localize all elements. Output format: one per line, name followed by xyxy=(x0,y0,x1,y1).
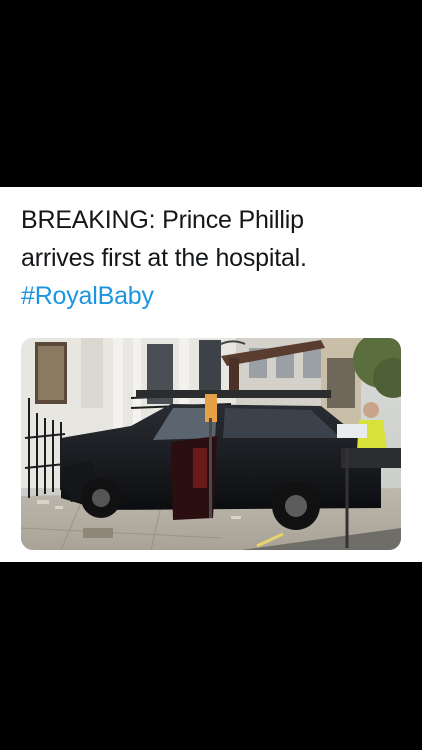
tweet-line-1: BREAKING: Prince Phillip xyxy=(21,206,304,234)
warning-sign xyxy=(205,394,217,422)
tweet-text: BREAKING: Prince Phillip arrives first a… xyxy=(21,201,406,315)
tweet-photo[interactable] xyxy=(21,338,401,550)
tweet-card: BREAKING: Prince Phillip arrives first a… xyxy=(0,187,422,562)
crash-photo-illustration xyxy=(21,338,401,550)
tweet-line-2: arrives first at the hospital. xyxy=(21,244,307,272)
meme-screenshot: BREAKING: Prince Phillip arrives first a… xyxy=(0,0,422,750)
hashtag-link[interactable]: #RoyalBaby xyxy=(21,277,406,315)
